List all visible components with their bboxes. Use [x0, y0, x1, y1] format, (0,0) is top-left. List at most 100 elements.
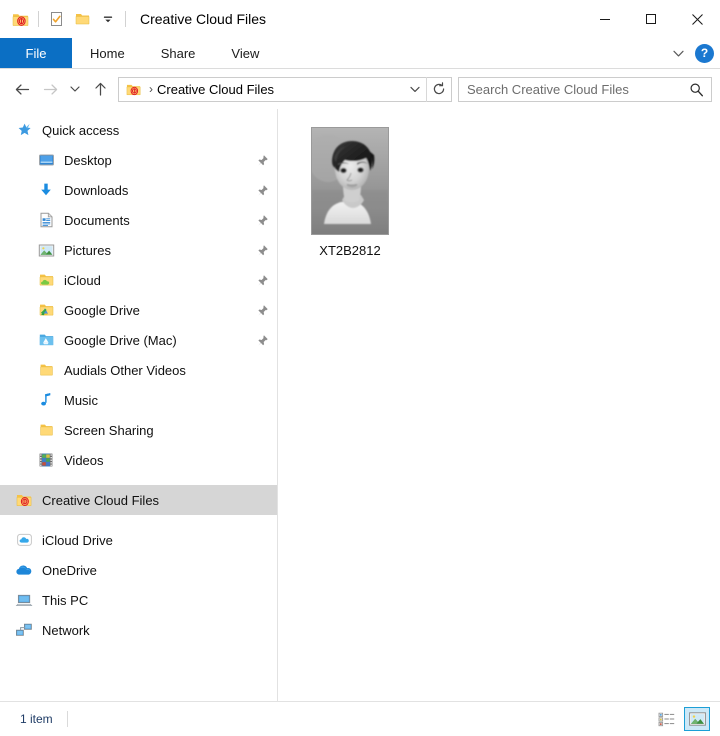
sidebar-item-audials-other-videos[interactable]: Audials Other Videos	[0, 355, 277, 385]
folder-icon	[36, 420, 56, 440]
breadcrumb-path[interactable]: Creative Cloud Files	[157, 82, 404, 97]
this-pc-icon	[14, 590, 34, 610]
onedrive-icon	[14, 560, 34, 580]
sidebar-item-google-drive[interactable]: Google Drive	[0, 295, 277, 325]
nav-group-spacer	[0, 515, 277, 525]
music-note-icon	[36, 390, 56, 410]
file-item-xt2b2812[interactable]: XT2B2812	[296, 123, 404, 258]
icloud-folder-icon	[36, 270, 56, 290]
pin-icon[interactable]	[256, 214, 269, 227]
folder-icon	[36, 360, 56, 380]
sidebar-item-label: Creative Cloud Files	[42, 492, 160, 508]
navigation-pane: Quick access Desktop Downloads Documents…	[0, 109, 278, 701]
icloud-drive-icon	[14, 530, 34, 550]
nav-group-spacer	[0, 475, 277, 485]
google-drive-mac-folder-icon	[36, 330, 56, 350]
sidebar-item-documents[interactable]: Documents	[0, 205, 277, 235]
tab-home[interactable]: Home	[72, 38, 143, 68]
sidebar-item-downloads[interactable]: Downloads	[0, 175, 277, 205]
sidebar-item-screen-sharing[interactable]: Screen Sharing	[0, 415, 277, 445]
properties-icon[interactable]	[43, 6, 69, 32]
sidebar-item-label: iCloud Drive	[42, 532, 113, 548]
customize-quick-access-toolbar-icon[interactable]	[95, 6, 121, 32]
file-list-view[interactable]: XT2B2812	[278, 109, 720, 701]
recent-locations-button[interactable]	[64, 75, 86, 103]
sidebar-item-label: Google Drive	[64, 302, 140, 318]
forward-button[interactable]	[36, 75, 64, 103]
sidebar-item-this-pc[interactable]: This PC	[0, 585, 277, 615]
chevron-down-icon[interactable]	[667, 42, 689, 64]
creative-cloud-folder-icon	[14, 490, 34, 510]
sidebar-item-desktop[interactable]: Desktop	[0, 145, 277, 175]
refresh-icon[interactable]	[426, 76, 451, 102]
search-icon[interactable]	[681, 78, 711, 101]
back-button[interactable]	[8, 75, 36, 103]
sidebar-item-onedrive[interactable]: OneDrive	[0, 555, 277, 585]
breadcrumb-separator[interactable]: ›	[145, 82, 157, 96]
sidebar-item-icloud-drive[interactable]: iCloud Drive	[0, 525, 277, 555]
sidebar-item-network[interactable]: Network	[0, 615, 277, 645]
file-explorer-window: Creative Cloud Files File Home Share Vie…	[0, 0, 720, 736]
maximize-button[interactable]	[628, 0, 674, 38]
pin-icon[interactable]	[256, 184, 269, 197]
window-body: Quick access Desktop Downloads Documents…	[0, 109, 720, 701]
tab-file[interactable]: File	[0, 38, 72, 68]
large-icons-view-button[interactable]	[684, 707, 710, 731]
sidebar-item-label: Quick access	[42, 122, 120, 138]
window-title: Creative Cloud Files	[140, 11, 267, 27]
sidebar-item-google-drive-mac[interactable]: Google Drive (Mac)	[0, 325, 277, 355]
pin-icon[interactable]	[256, 244, 269, 257]
sidebar-item-label: Audials Other Videos	[64, 362, 186, 378]
item-count-label: 1 item	[20, 712, 53, 726]
downloads-icon	[36, 180, 56, 200]
sidebar-item-label: Screen Sharing	[64, 422, 154, 438]
address-bar: › Creative Cloud Files	[0, 69, 720, 109]
toolbar-separator-1	[38, 11, 39, 27]
toolbar-separator-2	[125, 11, 126, 27]
pin-icon[interactable]	[256, 334, 269, 347]
help-button[interactable]: ?	[695, 43, 714, 63]
up-button[interactable]	[86, 75, 114, 103]
search-box[interactable]	[458, 76, 712, 102]
quick-access-toolbar	[0, 6, 130, 32]
tab-view[interactable]: View	[213, 38, 277, 68]
file-thumbnail[interactable]	[311, 127, 389, 235]
sidebar-item-label: Music	[64, 392, 98, 408]
desktop-icon	[36, 150, 56, 170]
sidebar-item-music[interactable]: Music	[0, 385, 277, 415]
sidebar-item-label: Pictures	[64, 242, 111, 258]
sidebar-item-label: Network	[42, 622, 90, 638]
sidebar-item-creative-cloud-files[interactable]: Creative Cloud Files	[0, 485, 277, 515]
ribbon-tab-bar: File Home Share View ?	[0, 38, 720, 69]
sidebar-item-icloud[interactable]: iCloud	[0, 265, 277, 295]
breadcrumb[interactable]: › Creative Cloud Files	[118, 76, 452, 102]
search-input[interactable]	[459, 80, 681, 98]
chevron-down-icon[interactable]	[404, 83, 426, 95]
title-bar: Creative Cloud Files	[0, 0, 720, 38]
sidebar-item-pictures[interactable]: Pictures	[0, 235, 277, 265]
sidebar-item-quick-access[interactable]: Quick access	[0, 115, 277, 145]
minimize-button[interactable]	[582, 0, 628, 38]
creative-cloud-folder-icon[interactable]	[8, 6, 34, 32]
sidebar-item-label: Downloads	[64, 182, 129, 198]
details-view-button[interactable]	[654, 707, 680, 731]
tab-share[interactable]: Share	[143, 38, 214, 68]
sidebar-item-label: OneDrive	[42, 562, 97, 578]
new-folder-icon[interactable]	[69, 6, 95, 32]
sidebar-item-label: Documents	[64, 212, 130, 228]
sidebar-item-label: Google Drive (Mac)	[64, 332, 177, 348]
creative-cloud-folder-icon	[119, 82, 145, 97]
sidebar-item-videos[interactable]: Videos	[0, 445, 277, 475]
close-button[interactable]	[674, 0, 720, 38]
pin-icon[interactable]	[256, 304, 269, 317]
sidebar-item-label: Videos	[64, 452, 104, 468]
network-icon	[14, 620, 34, 640]
pin-icon[interactable]	[256, 274, 269, 287]
sidebar-item-label: Desktop	[64, 152, 112, 168]
window-controls	[582, 0, 720, 38]
view-mode-buttons	[654, 707, 710, 731]
status-bar: 1 item	[0, 701, 720, 736]
pictures-icon	[36, 240, 56, 260]
ribbon-right-controls: ?	[667, 38, 714, 68]
pin-icon[interactable]	[256, 154, 269, 167]
